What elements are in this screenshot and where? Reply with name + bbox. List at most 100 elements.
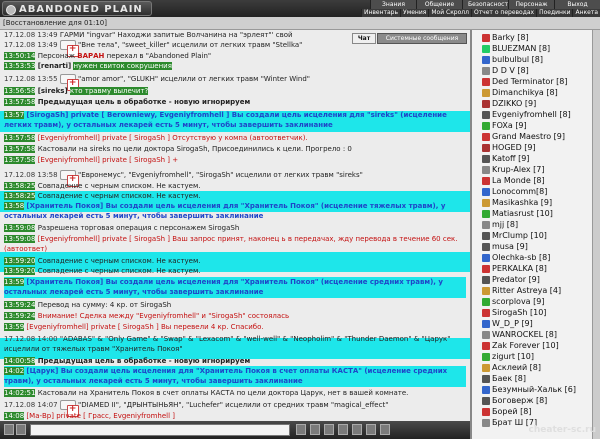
user-item[interactable]: La Monde [8] [482, 175, 545, 186]
menu-knowledge[interactable]: Знания [370, 0, 416, 9]
app-logo: ABANDONED PLAIN [2, 1, 152, 16]
translit-button[interactable] [324, 424, 334, 435]
user-item[interactable]: SirogaSh [10] [482, 307, 546, 318]
menu-exit[interactable]: Выход [554, 0, 600, 9]
chat-line: 13:59:20 Совпадение с черным списком. Не… [4, 257, 201, 265]
submenu-transfer-report[interactable]: Отчет о переводах [470, 9, 537, 17]
user-item[interactable]: PERKALKA [8] [482, 263, 547, 274]
clear-button[interactable] [310, 424, 320, 435]
user-item[interactable]: scorplova [9] [482, 296, 544, 307]
tab-system-messages[interactable]: Системные сообщения [377, 33, 467, 44]
submenu-duels[interactable]: Поединки [536, 9, 573, 17]
user-item[interactable]: Masikashka [9] [482, 197, 552, 208]
user-item[interactable]: Dimanchikya [8] [482, 87, 558, 98]
user-item[interactable]: Безумный-Хальк [6] [482, 384, 576, 395]
clan-icon [482, 88, 490, 97]
user-item[interactable]: Zak Forever [10] [482, 340, 559, 351]
chat-line: 13:58 [Хранитель Покоя] Вы создали цель … [4, 202, 446, 220]
clan-icon [482, 275, 490, 284]
chat-line: 17.12.08 13:49 "Вне тела", "sweet_killer… [4, 40, 302, 57]
clan-icon [482, 44, 490, 53]
clan-icon [482, 77, 490, 86]
user-item[interactable]: Асклеий [8] [482, 362, 541, 373]
user-item[interactable]: DZIKKO [9] [482, 98, 536, 109]
user-item[interactable]: Krup-Alex [7] [482, 164, 544, 175]
clan-icon [482, 66, 490, 75]
submenu-inventory[interactable]: Инвентарь [360, 9, 401, 17]
chat-line: 14:00:58 Предыдущая цель в обработке - н… [4, 357, 251, 365]
user-item[interactable]: Evgeniyfromhell [8] [482, 109, 571, 120]
user-item[interactable]: Olechka-sb [8] [482, 252, 550, 263]
chat-line: 13:59 [Evgeniyfromhell] private [ Siroga… [4, 323, 264, 331]
user-item[interactable]: Barky [8] [482, 32, 529, 43]
user-item[interactable]: musa [9] [482, 241, 528, 252]
user-item[interactable]: zigurt [10] [482, 351, 534, 362]
chat-line: 13:59:24 Перевод на сумму: 4 кр. от Siro… [4, 301, 172, 309]
chat-line: 17.12.08 13:58 "Евронемус", "Evgeniyfrom… [4, 170, 363, 187]
clan-icon [482, 110, 490, 119]
user-item[interactable]: Ded Terminator [8] [482, 76, 567, 87]
clan-icon [482, 242, 490, 251]
submenu-my-scroll[interactable]: Мой Скролл [428, 9, 471, 17]
clan-icon [482, 132, 490, 141]
refresh-button[interactable] [352, 424, 362, 435]
user-item[interactable]: Grand Maestro [9] [482, 131, 565, 142]
user-item[interactable]: Predator [9] [482, 274, 540, 285]
heal-icon [59, 74, 79, 91]
menu-security[interactable]: Безопасность [462, 0, 512, 9]
chat-line: 13:59:20 Совпадение с черным списком. Не… [4, 267, 201, 275]
user-item[interactable]: mjj [8] [482, 219, 518, 230]
help-button[interactable] [380, 424, 390, 435]
clan-icon [482, 297, 490, 306]
user-item[interactable]: MrClump [10] [482, 230, 547, 241]
user-item[interactable]: BLUEZMAN [8] [482, 43, 550, 54]
user-item[interactable]: Katoff [9] [482, 153, 529, 164]
smile-button[interactable] [4, 424, 14, 435]
chat-line: 13:57:58 [Evgeniyfromhell] private [ Sir… [4, 134, 308, 142]
private-button[interactable] [338, 424, 348, 435]
user-item[interactable]: Ritter Astreya [4] [482, 285, 561, 296]
user-item[interactable]: W_D_P [9] [482, 318, 533, 329]
user-item[interactable]: FOXa [9] [482, 120, 527, 131]
user-item[interactable]: Боговерж [8] [482, 395, 547, 406]
chat-line: 13:58:25 Совпадение с черным списком. Не… [4, 182, 201, 190]
clan-icon [482, 154, 490, 163]
chat-line: 13:58:25 Совпадение с черным списком. Не… [4, 192, 201, 200]
clan-icon [482, 286, 490, 295]
user-item[interactable]: bulbulbul [8] [482, 54, 543, 65]
submenu-profile[interactable]: Анкета [572, 9, 600, 17]
clan-icon [482, 330, 490, 339]
clan-icon [482, 121, 490, 130]
filter-button[interactable] [16, 424, 26, 435]
chat-line: 14:08 [Ма-Вр] private [ Грасс, Evgeniyfr… [4, 412, 176, 420]
clan-icon [482, 374, 490, 383]
submenu-skills[interactable]: Умения [400, 9, 429, 17]
game-window: ABANDONED PLAIN Знания Общение Безопасно… [0, 0, 600, 439]
menu-communication[interactable]: Общение [416, 0, 462, 9]
user-list-scrollbar[interactable] [592, 30, 600, 439]
bottom-bar [0, 421, 470, 439]
clan-icon [482, 176, 490, 185]
user-item[interactable]: WANROCKEL [8] [482, 329, 557, 340]
user-item[interactable]: Борей [8] [482, 406, 531, 417]
main-menu: Знания Общение Безопасность Персонаж Вых… [370, 0, 600, 9]
chat-line: 13:59:24 Внимание! Сделка между "Evgeniy… [4, 312, 290, 320]
tab-chat[interactable]: Чат [352, 33, 376, 44]
chat-input[interactable] [30, 424, 290, 436]
clan-icon [482, 407, 490, 416]
user-item[interactable]: D D V [8] [482, 65, 529, 76]
user-item[interactable]: Баек [8] [482, 373, 526, 384]
clan-icon [482, 220, 490, 229]
settings-button[interactable] [366, 424, 376, 435]
chat-line: 13:57 [SirogaSh] private [ Berowniewy, E… [4, 111, 447, 129]
heal-icon [59, 40, 79, 57]
chat-line: 13:59:08 Разрешена торговая операция с п… [4, 224, 240, 232]
menu-character[interactable]: Персонаж [508, 0, 554, 9]
user-item[interactable]: HOGED [9] [482, 142, 536, 153]
send-button[interactable] [296, 424, 306, 435]
clan-icon [482, 308, 490, 317]
user-list[interactable]: Barky [8] BLUEZMAN [8] bulbulbul [8] D D… [470, 30, 600, 439]
user-item[interactable]: Lonocomm[8] [482, 186, 547, 197]
chat-log[interactable]: 17.12.08 13:49 ГАРМИ "ingvar" Находжи за… [0, 30, 470, 421]
user-item[interactable]: Matiasrust [10] [482, 208, 553, 219]
